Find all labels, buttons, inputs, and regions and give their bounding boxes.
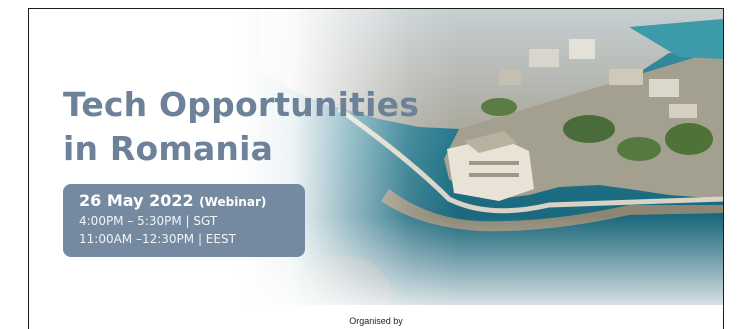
event-details-card: 26 May 2022 (Webinar) 4:00PM – 5:30PM | … (63, 184, 305, 257)
event-title-line-2: in Romania (63, 129, 274, 168)
event-title-line-1: Tech Opportunities (63, 85, 420, 124)
event-time-eest: 11:00AM –12:30PM | EEST (79, 232, 236, 246)
footer: Organised by (29, 305, 723, 329)
event-date: 26 May 2022 (79, 191, 194, 210)
event-banner: Tech Opportunities in Romania 26 May 202… (29, 9, 723, 305)
organised-by-label: Organised by (349, 316, 403, 326)
webinar-banner-frame: Tech Opportunities in Romania 26 May 202… (28, 8, 724, 329)
event-title: Tech Opportunities in Romania (63, 83, 419, 171)
event-date-line: 26 May 2022 (Webinar) (79, 191, 305, 212)
event-format: (Webinar) (199, 195, 267, 209)
event-time-sgt: 4:00PM – 5:30PM | SGT (79, 214, 218, 228)
